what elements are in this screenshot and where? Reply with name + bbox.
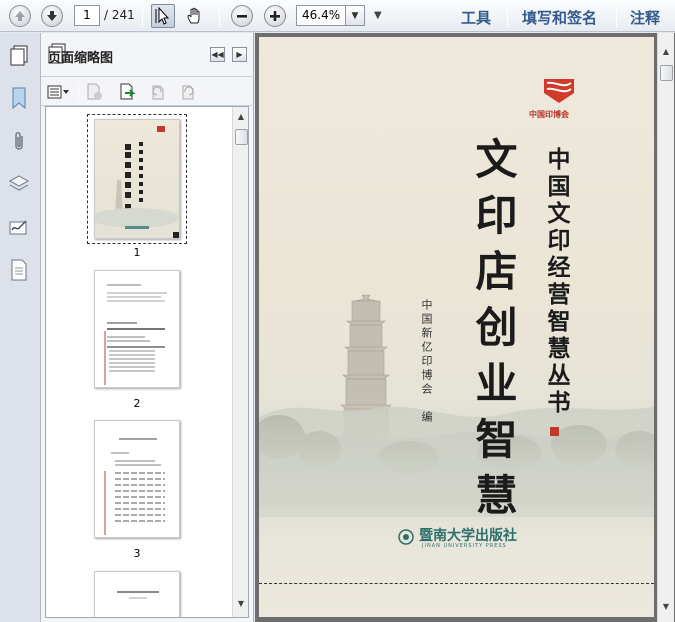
scroll-up-icon[interactable]: ▲	[658, 43, 674, 59]
bookmarks-button[interactable]	[6, 85, 32, 111]
toolbar-divider	[507, 5, 508, 27]
thumbnail-page-4[interactable]	[94, 571, 180, 617]
plus-icon	[264, 5, 286, 27]
toolbar-divider	[616, 5, 617, 27]
series-title: 中国文印经营智慧丛书	[543, 147, 570, 417]
previous-page-button[interactable]	[8, 4, 32, 28]
red-seal	[550, 427, 559, 436]
scroll-up-icon[interactable]: ▲	[233, 108, 248, 124]
extract-page-button[interactable]	[119, 83, 137, 101]
thumbnail-list: 1 2 3 ▲ ▼	[45, 106, 249, 618]
next-page-button[interactable]	[40, 4, 64, 28]
collapse-panel-button[interactable]: ◀◀	[210, 47, 225, 62]
fill-sign-button[interactable]: 填写和签名	[522, 7, 597, 28]
cursor-icon	[155, 7, 170, 25]
scroll-down-icon[interactable]: ▼	[233, 595, 248, 611]
rotate-left-icon	[152, 85, 164, 100]
comment-button[interactable]: 注释	[630, 7, 660, 28]
rotate-ccw-button[interactable]	[149, 83, 167, 101]
thumbnail-label: 3	[133, 547, 141, 560]
editor-credit: 中国新亿印博会 编	[420, 299, 433, 425]
attachments-button[interactable]	[6, 129, 32, 155]
content-button[interactable]	[6, 257, 32, 283]
thumbnails-panel: 页面缩略图 ◀◀ ▶ 1 2 3 ▲ ▼	[41, 33, 254, 622]
main-title: 文印店创业智慧	[469, 137, 518, 529]
landscape-illustration	[259, 79, 654, 545]
extract-page-icon	[120, 83, 136, 100]
toolbar-divider	[219, 5, 220, 27]
signature-icon	[9, 220, 27, 235]
hand-tool-button[interactable]	[183, 4, 207, 28]
right-arrow-icon: ▶	[236, 50, 243, 59]
scroll-down-icon[interactable]: ▼	[658, 598, 674, 614]
signatures-button[interactable]	[6, 215, 32, 241]
cover-page: 中国印博会 中国文印经营智慧丛书 文印店创业智慧 中国新亿印博会 编 暨南大学出…	[259, 37, 654, 617]
logo-text: 中国印博会	[529, 109, 569, 119]
page-total-label: / 241	[104, 8, 135, 22]
thumbnail-label: 1	[133, 246, 141, 259]
rotate-cw-button[interactable]	[179, 83, 197, 101]
tools-button[interactable]: 工具	[461, 7, 491, 28]
delete-page-button[interactable]	[86, 83, 104, 101]
document-icon	[11, 259, 27, 281]
zoom-dropdown-button[interactable]: ▼	[345, 5, 365, 26]
thumbnail-scrollbar[interactable]: ▲ ▼	[232, 107, 248, 617]
options-menu-button[interactable]	[46, 83, 72, 101]
panel-toolbar	[41, 78, 254, 106]
toolbar: 1 / 241 46.4% ▼ ▼ 工具 填写和签名 注释	[0, 0, 675, 32]
page-thumbnail	[117, 591, 159, 599]
paperclip-icon	[15, 132, 23, 150]
double-left-icon: ◀◀	[211, 50, 224, 59]
bookmark-icon	[12, 87, 26, 109]
expand-panel-button[interactable]: ▶	[232, 47, 247, 62]
layers-button[interactable]	[6, 171, 32, 197]
select-tool-button[interactable]	[151, 4, 175, 28]
zoom-in-button[interactable]	[263, 4, 287, 28]
publisher-name: 暨南大学出版社	[419, 528, 517, 544]
thumbnail-label: 2	[133, 397, 141, 410]
toolbar-divider	[142, 5, 143, 27]
scrollbar-thumb[interactable]	[235, 129, 248, 145]
page-break-line	[259, 583, 654, 584]
arrow-up-icon	[9, 5, 31, 27]
minus-icon	[231, 5, 253, 27]
document-scrollbar[interactable]: ▲ ▼	[657, 33, 674, 622]
publisher-english-name: JINAN UNIVERSITY PRESS	[422, 543, 507, 549]
chevron-down-icon: ▼	[351, 10, 359, 21]
thumbnail-page-3[interactable]	[94, 420, 180, 538]
pages-icon	[10, 45, 28, 66]
foreword-page-thumbnail	[104, 438, 165, 535]
publisher-logo	[544, 79, 574, 103]
document-view: 中国印博会 中国文印经营智慧丛书 文印店创业智慧 中国新亿印博会 编 暨南大学出…	[255, 33, 675, 622]
copyright-page-thumbnail	[104, 284, 167, 385]
page-number-input[interactable]: 1	[74, 5, 100, 26]
toolbar-menu-button[interactable]: ▼	[374, 10, 382, 21]
layers-icon	[8, 175, 30, 191]
thumbnail-page-2[interactable]	[94, 270, 180, 388]
zoom-level-input[interactable]: 46.4%	[296, 5, 346, 26]
panel-title: 页面缩略图	[48, 51, 114, 66]
cover-thumbnail-image	[91, 126, 179, 238]
options-icon	[47, 85, 69, 99]
scrollbar-thumb[interactable]	[660, 65, 673, 81]
thumbnail-page-1[interactable]	[91, 119, 180, 239]
delete-page-icon	[87, 83, 102, 100]
toolbar-divider	[78, 82, 79, 102]
menu-chevron-icon: ▼	[374, 10, 382, 21]
hand-icon	[187, 7, 200, 24]
arrow-down-icon	[41, 5, 63, 27]
rotate-right-icon	[182, 85, 194, 100]
page-thumbnails-button[interactable]	[6, 43, 32, 69]
navigation-rail	[0, 33, 41, 622]
zoom-out-button[interactable]	[230, 4, 254, 28]
